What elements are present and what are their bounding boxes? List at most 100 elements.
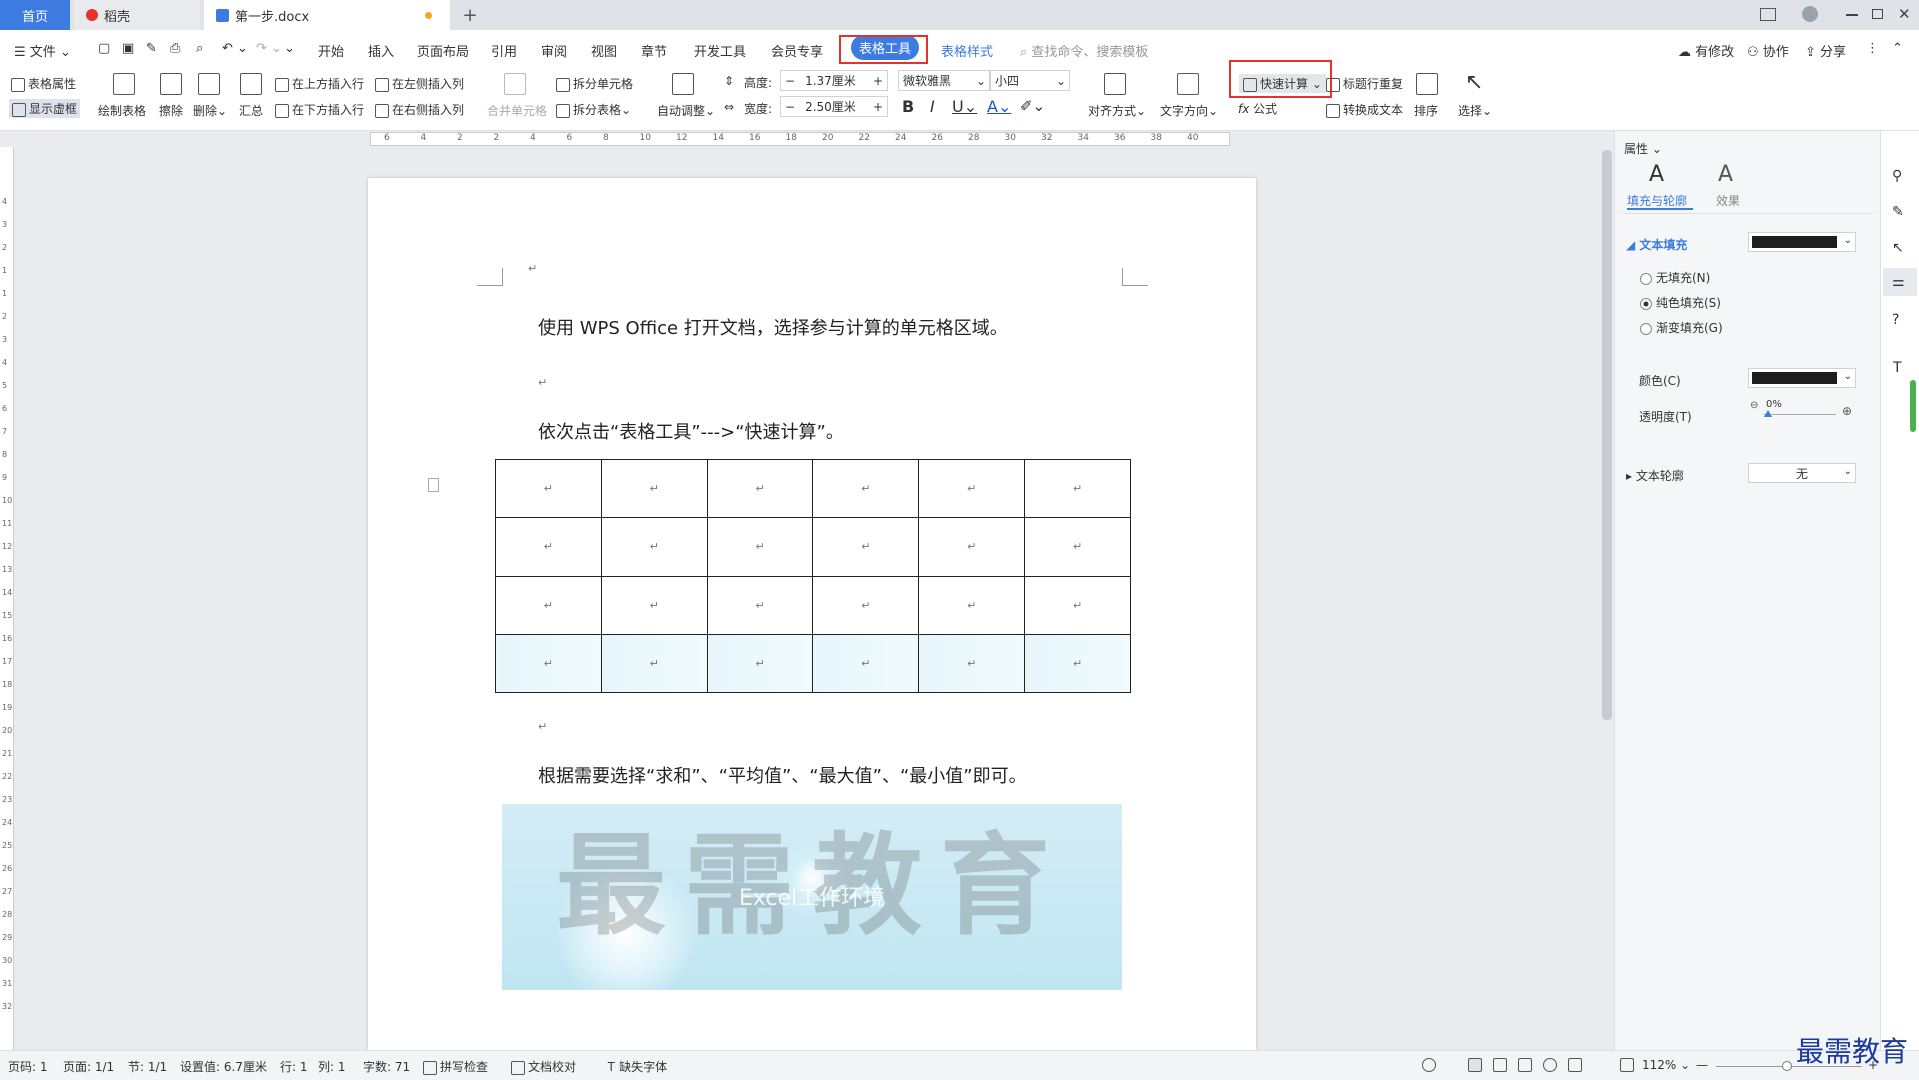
table-cell[interactable]: ↵ [706,575,814,635]
formula-button[interactable]: fx 公式 [1238,100,1277,117]
table-cell[interactable]: ↵ [706,458,814,519]
command-search[interactable]: ⌕ 查找命令、搜索模板 [1020,41,1148,60]
convert-text-button[interactable]: 转换成文本 [1326,101,1403,118]
solid-fill-radio[interactable]: 纯色填充(S) [1640,294,1721,311]
bold-icon[interactable]: B [902,97,914,116]
table-cell[interactable]: ↵ [812,575,920,635]
slider-handle[interactable] [1764,410,1772,417]
table-cell[interactable]: ↵ [1024,575,1131,635]
menu-member[interactable]: 会员专享 [771,41,823,60]
insert-above-button[interactable]: 在上方插入行 [275,75,364,92]
menu-reference[interactable]: 引用 [491,41,517,60]
outline-select[interactable]: 无 ⌄ [1748,463,1856,483]
restore-icon[interactable] [1872,9,1883,19]
table-cell[interactable]: ↵ [1024,517,1131,577]
table-cell[interactable]: ↵ [600,575,708,635]
menu-table-style[interactable]: 表格样式 [941,41,993,60]
insert-right-button[interactable]: 在右侧插入列 [375,101,464,118]
write-mode-icon[interactable] [1568,1058,1582,1072]
status-pages[interactable]: 页面: 1/1 [63,1058,114,1075]
spell-check-button[interactable]: 拼写检查 [423,1058,488,1075]
table-cell[interactable]: ↵ [706,633,814,694]
menu-chapter[interactable]: 章节 [641,41,667,60]
avatar[interactable] [1802,6,1818,22]
table-cell[interactable]: ↵ [600,517,708,577]
status-setting[interactable]: 设置值: 6.7厘米 [180,1058,267,1075]
table-cell[interactable]: ↵ [495,575,602,635]
menu-view[interactable]: 视图 [591,41,617,60]
redo-icon[interactable]: ↷ ⌄ [256,41,282,56]
width-increase[interactable]: + [873,100,883,114]
insert-below-button[interactable]: 在下方插入行 [275,101,364,118]
doc-paragraph-2[interactable]: 依次点击“表格工具”--->“快速计算”。 [538,418,844,444]
help-icon[interactable]: ? [1892,312,1899,328]
highlight-icon[interactable]: ✐⌄ [1020,97,1045,115]
table-cell[interactable]: ↵ [1024,633,1131,694]
width-stepper[interactable]: −2.50厘米 + [780,96,888,117]
status-words[interactable]: 字数: 71 [363,1058,410,1075]
text-fill-section[interactable]: ◢ 文本填充 [1626,236,1687,253]
vertical-ruler[interactable]: 4 3 2 1 1 2 3 4 5 6 7 8 9 10 11 12 13 14 15 16 17 18 19 20 21 22 2… [0,147,14,1050]
insert-left-button[interactable]: 在左侧插入列 [375,75,464,92]
table-cell[interactable]: ↵ [918,517,1026,577]
doc-options-icon[interactable] [428,478,439,492]
table-cell[interactable]: ↵ [495,633,602,694]
table-cell[interactable]: ↵ [600,458,708,519]
table-cell[interactable]: ↵ [918,458,1026,519]
split-table-button[interactable]: 拆分表格⌄ [556,101,631,118]
table-cell[interactable]: ↵ [495,517,602,577]
status-row[interactable]: 行: 1 [280,1058,308,1075]
italic-icon[interactable]: I [930,97,935,116]
table-cell[interactable]: ↵ [600,633,708,694]
zoom-out-icon[interactable]: — [1696,1058,1708,1072]
missing-font-button[interactable]: Ꭲ 缺失字体 [608,1058,667,1075]
style-icon[interactable]: ⚲ [1892,168,1902,184]
transparency-slider[interactable] [1764,410,1836,417]
page-view-icon[interactable] [1468,1058,1482,1072]
table-cell[interactable]: ↵ [1024,458,1131,519]
menu-page-layout[interactable]: 页面布局 [417,41,469,60]
collapse-ribbon-icon[interactable]: ⌃ [1892,41,1903,56]
status-page-no[interactable]: 页码: 1 [8,1058,48,1075]
horizontal-ruler-scale[interactable]: 6 4 2 2 4 6 8 10 12 14 16 18 20 22 24 26 28 30 32 34 36 38 40 [370,132,1230,146]
table-cell[interactable]: ↵ [812,458,920,519]
more-icon[interactable]: ⋮ [1866,41,1879,56]
reading-view-icon[interactable] [1518,1058,1532,1072]
menu-review[interactable]: 审阅 [541,41,567,60]
no-fill-radio[interactable]: 无填充(N) [1640,269,1710,286]
font-name-select[interactable]: 微软雅黑 ⌄ [898,70,990,91]
edit-icon[interactable]: ✎ [1892,204,1904,220]
underline-icon[interactable]: U⌄ [952,97,977,116]
changes-button[interactable]: ☁ 有修改 [1678,41,1734,60]
plus-icon[interactable]: ⊕ [1842,404,1852,418]
show-grid-button[interactable]: 显示虚框 [9,99,81,118]
menu-developer[interactable]: 开发工具 [694,41,746,60]
status-col[interactable]: 列: 1 [318,1058,346,1075]
repeat-header-button[interactable]: 标题行重复 [1326,75,1403,92]
web-view-icon[interactable] [1543,1058,1557,1072]
tab-document[interactable]: 第一步.docx [204,0,450,30]
width-decrease[interactable]: − [785,100,795,114]
format-painter-icon[interactable]: ✎ [146,41,157,56]
new-doc-icon[interactable]: ▢ [98,41,110,56]
summary-button[interactable]: 汇总 [239,102,263,119]
height-stepper[interactable]: −1.37厘米 + [780,70,888,91]
print-preview-icon[interactable]: ⌕ [196,41,203,56]
draw-table-button[interactable]: 绘制表格 [98,102,146,119]
table-cell[interactable]: ↵ [918,575,1026,635]
new-tab-button[interactable]: + [458,0,482,30]
doc-table[interactable]: ↵ ↵ ↵ ↵ ↵ ↵ ↵ ↵ ↵ ↵ ↵ ↵ ↵ ↵ ↵ ↵ ↵ ↵ ↵ ↵ ↵ ↵ ↵ ↵ [495,458,1131,694]
table-cell[interactable]: ↵ [706,517,814,577]
height-increase[interactable]: + [873,74,883,88]
merge-cells-button[interactable]: 合并单元格 [487,102,547,119]
text-direction-button[interactable]: 文字方向⌄ [1160,102,1218,119]
tab-daoke[interactable]: 稻壳 [74,0,200,30]
tab-effect[interactable]: 效果 [1716,192,1740,209]
status-section[interactable]: 节: 1/1 [128,1058,167,1075]
doc-paragraph-1[interactable]: 使用 WPS Office 打开文档，选择参与计算的单元格区域。 [538,314,1008,340]
properties-icon[interactable]: ⚌ [1892,274,1905,290]
erase-button[interactable]: 擦除 [159,102,183,119]
tab-home[interactable]: 首页 [0,0,70,30]
doc-image-banner[interactable]: 最需教育 Excel工作环境 [502,804,1122,990]
scrollbar-thumb[interactable] [1602,150,1612,720]
